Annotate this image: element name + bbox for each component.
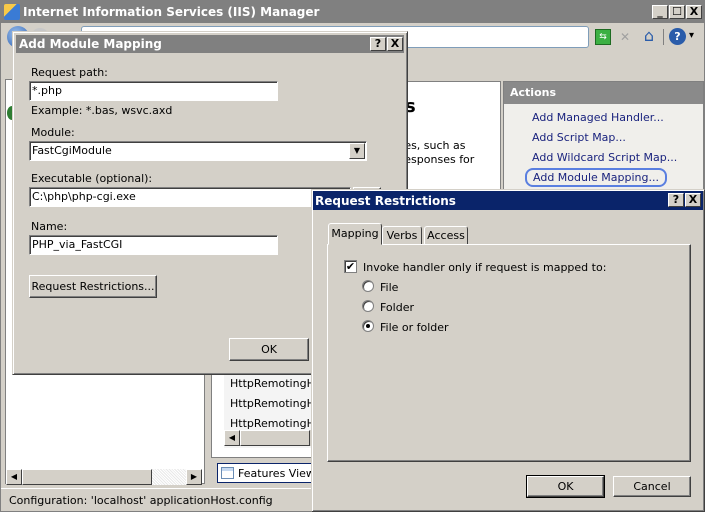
help-button[interactable]: ? — [668, 193, 684, 207]
add-module-mapping-link[interactable]: Add Module Mapping... — [525, 168, 667, 187]
list-hscrollbar[interactable]: ◀ — [224, 430, 312, 446]
request-path-example: Example: *.bas, wsvc.axd — [31, 104, 173, 117]
module-label: Module: — [31, 126, 75, 139]
actions-pane: Actions Add Managed Handler... Add Scrip… — [503, 81, 704, 191]
help-button[interactable]: ? — [370, 37, 386, 51]
ok-button[interactable]: OK — [229, 338, 309, 361]
features-view-icon — [221, 467, 234, 479]
list-item[interactable]: HttpRemotingHar — [230, 397, 312, 410]
features-view-label: Features View — [238, 467, 315, 480]
request-path-label: Request path: — [31, 66, 108, 79]
main-window-title: Internet Information Services (IIS) Mana… — [23, 5, 320, 19]
help-dropdown-icon[interactable]: ▾ — [689, 30, 694, 41]
ok-button[interactable]: OK — [526, 475, 605, 498]
executable-input[interactable]: C:\php\php-cgi.exe — [29, 187, 351, 207]
add-module-mapping-title: Add Module Mapping — [19, 37, 162, 51]
request-restrictions-title: Request Restrictions — [315, 194, 456, 208]
list-scroll-left-button[interactable]: ◀ — [224, 430, 240, 446]
actions-header-label: Actions — [510, 86, 556, 99]
status-text: Configuration: 'localhost' applicationHo… — [9, 494, 273, 507]
help-icon[interactable]: ? — [669, 28, 686, 45]
main-title-bar: Internet Information Services (IIS) Mana… — [1, 1, 704, 23]
tab-access[interactable]: Access — [424, 226, 468, 245]
scroll-left-button[interactable]: ◀ — [6, 469, 22, 485]
close-button[interactable]: X — [387, 37, 403, 51]
tab-verbs[interactable]: Verbs — [382, 226, 422, 245]
refresh-icon[interactable]: ⇆ — [595, 29, 611, 45]
cancel-button[interactable]: Cancel — [613, 476, 691, 497]
mapping-tab-panel: ✔ Invoke handler only if request is mapp… — [327, 244, 691, 462]
add-script-map-link[interactable]: Add Script Map... — [532, 131, 626, 144]
executable-label: Executable (optional): — [31, 172, 153, 185]
tab-mapping[interactable]: Mapping — [328, 223, 382, 245]
list-scroll-thumb[interactable] — [240, 430, 310, 446]
module-select-value: FastCgiModule — [32, 144, 112, 157]
close-button[interactable]: X — [685, 193, 701, 207]
radio-file[interactable] — [362, 280, 374, 292]
request-restrictions-title-bar: Request Restrictions ? X — [313, 191, 703, 210]
invoke-handler-label: Invoke handler only if request is mapped… — [363, 261, 607, 274]
stop-icon[interactable]: ✕ — [617, 29, 633, 45]
chevron-down-icon[interactable]: ▼ — [349, 143, 365, 159]
add-module-mapping-title-bar: Add Module Mapping ? X — [16, 35, 404, 53]
actions-header: Actions — [504, 82, 703, 104]
radio-file-label: File — [380, 281, 399, 294]
maximize-button[interactable]: ☐ — [669, 5, 685, 19]
radio-folder-label: Folder — [380, 301, 414, 314]
iis-app-icon — [4, 4, 20, 20]
description-line-2: responses for — [400, 153, 475, 166]
radio-file-or-folder[interactable] — [362, 320, 374, 332]
radio-file-or-folder-label: File or folder — [380, 321, 449, 334]
request-path-input[interactable]: *.php — [29, 81, 278, 101]
name-input[interactable]: PHP_via_FastCGI — [29, 235, 278, 255]
request-restrictions-button[interactable]: Request Restrictions... — [29, 275, 157, 298]
name-label: Name: — [31, 220, 68, 233]
home-icon[interactable]: ⌂ — [640, 27, 658, 45]
add-managed-handler-link[interactable]: Add Managed Handler... — [532, 111, 664, 124]
connections-hscrollbar[interactable]: ◀ ▶ — [6, 469, 202, 485]
description-line-1: tes, such as — [400, 139, 466, 152]
request-restrictions-dialog: Request Restrictions ? X Mapping Verbs A… — [311, 189, 705, 512]
scroll-right-button[interactable]: ▶ — [186, 469, 202, 485]
module-select[interactable]: FastCgiModule ▼ — [29, 141, 367, 161]
toolbar-separator — [663, 29, 664, 45]
features-view-tab[interactable]: Features View — [217, 463, 317, 483]
list-item[interactable]: HttpRemotingHar — [230, 417, 312, 430]
list-item[interactable]: HttpRemotingHar — [230, 377, 312, 390]
scroll-thumb[interactable] — [22, 469, 152, 485]
radio-folder[interactable] — [362, 300, 374, 312]
invoke-handler-checkbox[interactable]: ✔ — [344, 260, 357, 273]
close-button[interactable]: X — [686, 5, 702, 19]
add-wildcard-script-map-link[interactable]: Add Wildcard Script Map... — [532, 151, 677, 164]
minimize-button[interactable]: _ — [652, 5, 668, 19]
